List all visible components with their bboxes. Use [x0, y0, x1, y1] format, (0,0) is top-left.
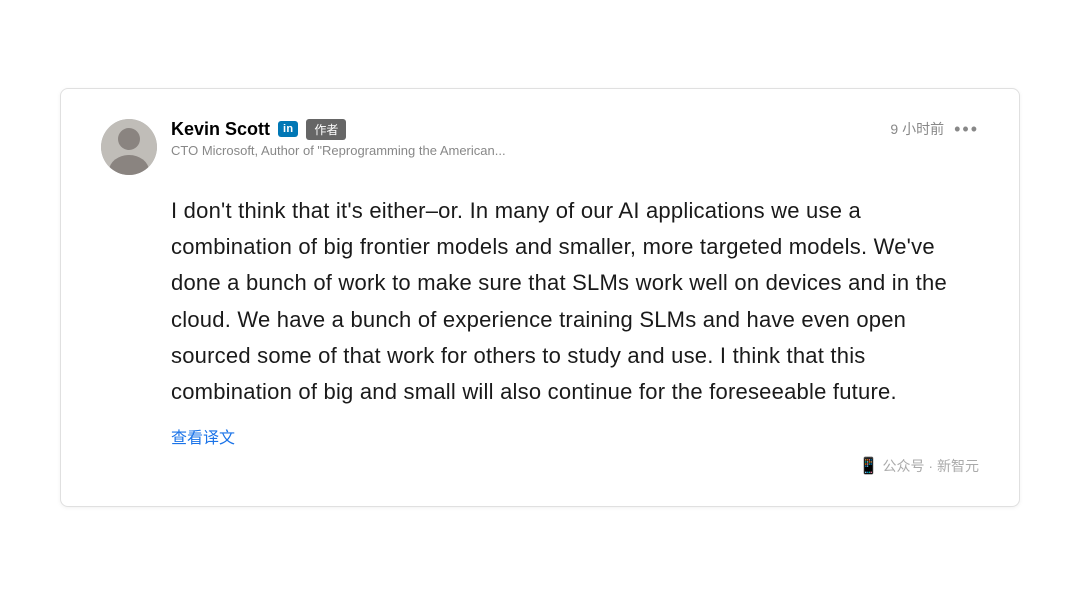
- footer: 📱 公众号 · 新智元: [171, 456, 979, 476]
- author-badge: 作者: [306, 119, 346, 140]
- author-name: Kevin Scott: [171, 119, 270, 141]
- post-content: I don't think that it's either–or. In ma…: [171, 193, 979, 477]
- translate-link[interactable]: 查看译文: [171, 424, 235, 448]
- wechat-label: 📱 公众号 · 新智元: [859, 456, 979, 476]
- author-section: Kevin Scott in 作者 CTO Microsoft, Author …: [101, 119, 506, 175]
- header-right: 9 小时前 •••: [890, 119, 979, 140]
- more-options-icon[interactable]: •••: [954, 119, 979, 140]
- post-header: Kevin Scott in 作者 CTO Microsoft, Author …: [101, 119, 979, 175]
- main-text: I don't think that it's either–or. In ma…: [171, 193, 979, 411]
- wechat-text: 公众号 · 新智元: [883, 456, 979, 476]
- author-name-row: Kevin Scott in 作者: [171, 119, 506, 141]
- author-subtitle: CTO Microsoft, Author of "Reprogramming …: [171, 143, 506, 160]
- avatar: [101, 119, 157, 175]
- linkedin-badge: in: [278, 121, 298, 137]
- post-card: Kevin Scott in 作者 CTO Microsoft, Author …: [60, 88, 1020, 508]
- wechat-icon: 📱: [859, 456, 879, 476]
- author-info: Kevin Scott in 作者 CTO Microsoft, Author …: [171, 119, 506, 160]
- post-time: 9 小时前: [890, 119, 944, 139]
